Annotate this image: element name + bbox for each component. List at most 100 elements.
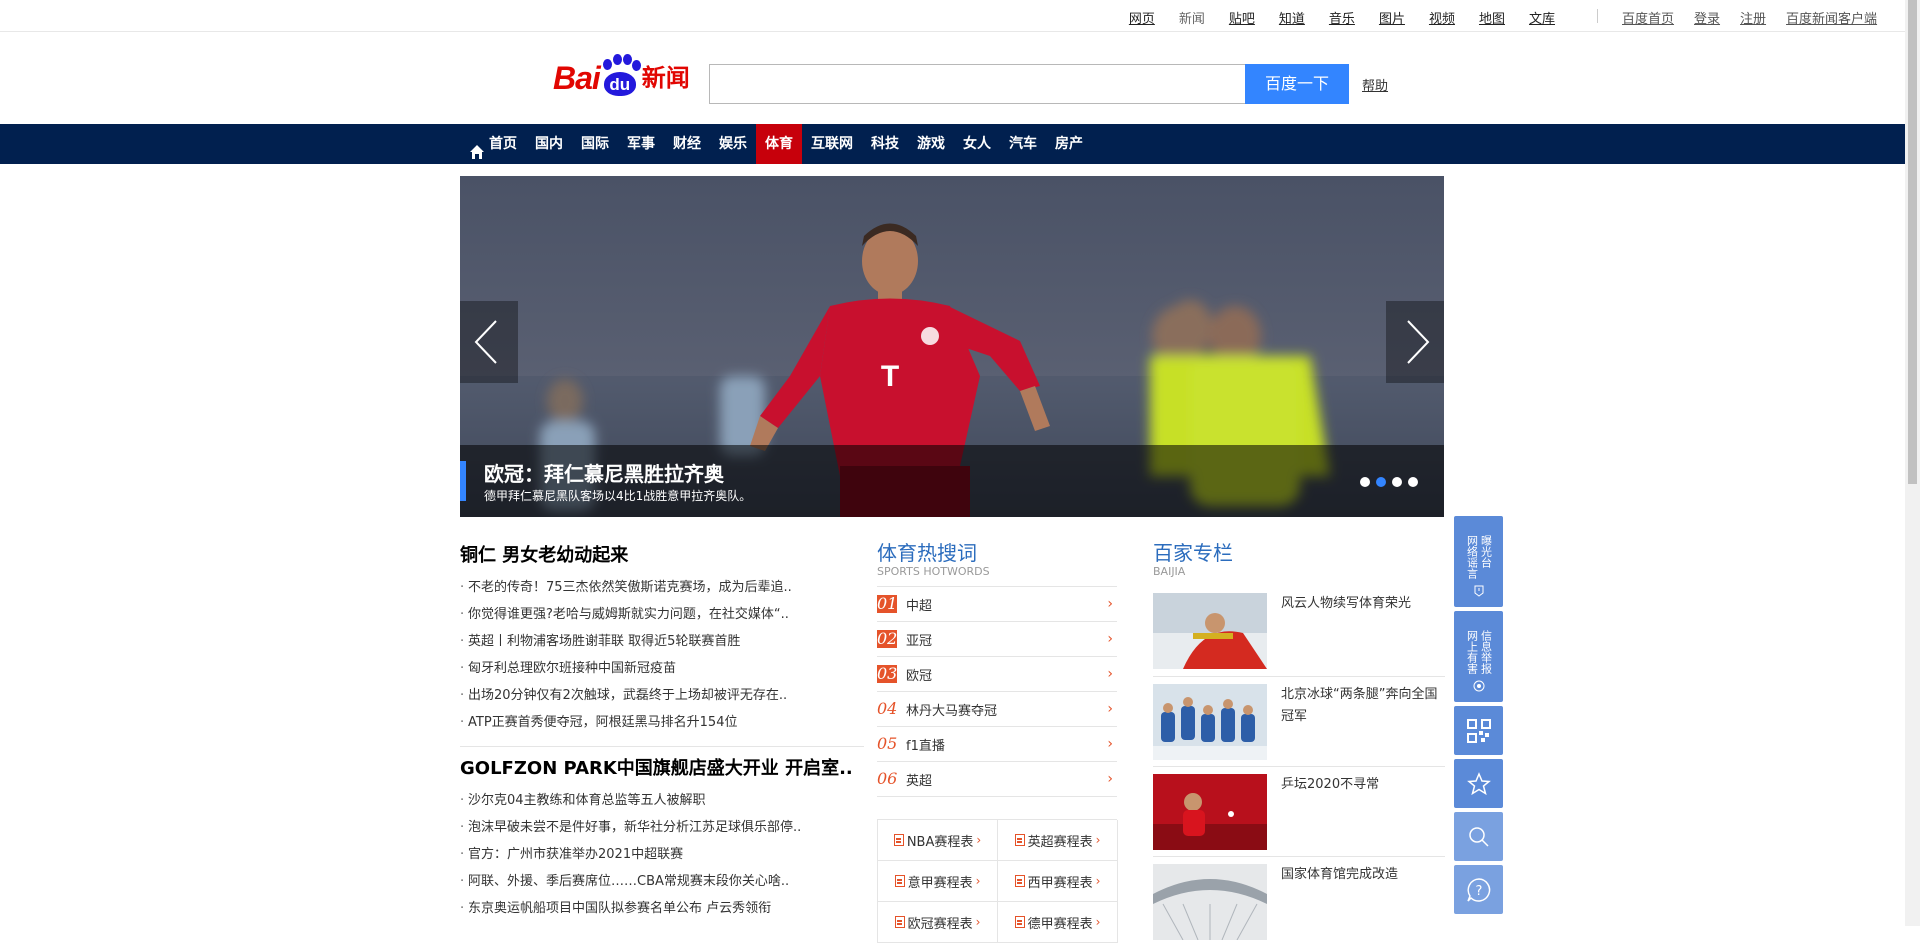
hotword-text[interactable]: f1直播 — [906, 735, 945, 754]
schedule-label: 意甲赛程表 — [907, 875, 973, 891]
baijia-title-link[interactable]: 风云人物续写体育荣光 — [1281, 593, 1411, 676]
news-item[interactable]: 官方：广州市获准举办2021中超联赛 — [460, 841, 864, 868]
scrollbar-thumb[interactable] — [1908, 0, 1917, 484]
top-link[interactable]: 网页 — [1129, 8, 1155, 27]
baijia-thumbnail[interactable] — [1153, 684, 1267, 760]
news-headline[interactable]: GOLFZON PARK中国旗舰店盛大开业 开启室.. — [460, 753, 864, 785]
nav-item[interactable]: 汽车 — [1000, 124, 1046, 164]
hotword-text[interactable]: 林丹大马赛夺冠 — [906, 700, 997, 719]
carousel-caption[interactable]: 欧冠：拜仁慕尼黑胜拉齐奥 德甲拜仁慕尼黑队客场以4比1战胜意甲拉齐奥队。 — [460, 445, 1444, 517]
hotword-item[interactable]: 03 欧冠 › — [877, 657, 1117, 692]
help-tool-button[interactable]: ? — [1454, 865, 1503, 914]
nav-item[interactable]: 女人 — [954, 124, 1000, 164]
carousel-next-button[interactable] — [1386, 301, 1444, 383]
hotword-item[interactable]: 02 亚冠 › — [877, 622, 1117, 657]
help-link[interactable]: 帮助 — [1362, 75, 1388, 94]
news-item[interactable]: 匈牙利总理欧尔班接种中国新冠疫苗 — [460, 655, 864, 682]
account-link[interactable]: 百度新闻客户端 — [1786, 8, 1877, 27]
hotword-text[interactable]: 欧冠 — [906, 665, 932, 684]
top-link[interactable]: 文库 — [1529, 8, 1555, 27]
nav-item[interactable]: 科技 — [862, 124, 908, 164]
news-item[interactable]: 阿联、外援、季后赛席位……CBA常规赛末段你关心啥.. — [460, 868, 864, 895]
schedule-link[interactable]: 英超赛程表 › — [998, 820, 1118, 861]
chevron-right-icon: › — [1107, 666, 1113, 682]
hotword-text[interactable]: 亚冠 — [906, 630, 932, 649]
nav-item-home[interactable]: 首页 — [460, 124, 526, 164]
nav-item[interactable]: 体育 — [756, 124, 802, 164]
page-scrollbar[interactable] — [1905, 0, 1920, 926]
account-link[interactable]: 注册 — [1740, 8, 1766, 27]
schedule-link[interactable]: 德甲赛程表 › — [998, 902, 1118, 943]
baijia-item[interactable]: 国家体育馆完成改造 — [1153, 856, 1445, 946]
carousel-dot[interactable] — [1392, 477, 1402, 487]
top-link[interactable]: 地图 — [1479, 8, 1505, 27]
baidu-news-logo[interactable]: Bai du 新闻 — [553, 50, 690, 98]
nav-item[interactable]: 国内 — [526, 124, 572, 164]
headline-carousel[interactable]: T 欧冠：拜仁慕尼黑胜拉齐奥 德甲拜仁慕尼黑队客场以4比1战胜意甲拉齐奥队。 — [460, 176, 1444, 517]
baijia-item[interactable]: 风云人物续写体育荣光 — [1153, 586, 1445, 676]
document-icon — [894, 875, 905, 887]
nav-item[interactable]: 娱乐 — [710, 124, 756, 164]
carousel-title[interactable]: 欧冠：拜仁慕尼黑胜拉齐奥 — [484, 458, 724, 487]
search-input[interactable] — [709, 64, 1245, 104]
search-button[interactable]: 百度一下 — [1245, 64, 1349, 104]
nav-item[interactable]: 国际 — [572, 124, 618, 164]
news-item[interactable]: 不老的传奇！75三杰依然笑傲斯诺克赛场，成为后辈追.. — [460, 574, 864, 601]
hotword-item[interactable]: 01 中超 › — [877, 587, 1117, 622]
chevron-right-icon: › — [1095, 833, 1101, 847]
news-item[interactable]: ATP正赛首秀便夺冠，阿根廷黑马排名升154位 — [460, 709, 864, 736]
news-item[interactable]: 泡沫早破未尝不是件好事，新华社分析江苏足球俱乐部停.. — [460, 814, 864, 841]
carousel-dot[interactable] — [1376, 477, 1386, 487]
schedule-label: NBA赛程表 — [906, 834, 974, 850]
account-link[interactable]: 登录 — [1694, 8, 1720, 27]
baijia-thumbnail[interactable] — [1153, 864, 1267, 940]
top-link[interactable]: 视频 — [1429, 8, 1455, 27]
chevron-right-icon: › — [1107, 596, 1113, 612]
schedule-link[interactable]: 西甲赛程表 › — [998, 861, 1118, 902]
rumor-label-2: 曝光台 — [1479, 534, 1493, 568]
nav-item[interactable]: 游戏 — [908, 124, 954, 164]
carousel-dot[interactable] — [1408, 477, 1418, 487]
nav-item[interactable]: 互联网 — [802, 124, 862, 164]
rumor-exposure-button[interactable]: 网络谣言 曝光台 — [1454, 516, 1503, 607]
schedule-grid: NBA赛程表 › 英超赛程表 › 意甲赛程表 › 西甲赛程表 › 欧冠赛程表 › 德甲赛程表 › — [877, 819, 1118, 943]
top-link[interactable]: 贴吧 — [1229, 8, 1255, 27]
news-item[interactable]: 沙尔克04主教练和体育总监等五人被解职 — [460, 787, 864, 814]
hotword-text[interactable]: 中超 — [906, 595, 932, 614]
news-headline[interactable]: 铜仁 男女老幼动起来 — [460, 540, 864, 572]
account-link[interactable]: 百度首页 — [1622, 8, 1674, 27]
baijia-item[interactable]: 乒坛2020不寻常 — [1153, 766, 1445, 856]
baijia-item[interactable]: 北京冰球“两条腿”奔向全国冠军 — [1153, 676, 1445, 766]
qrcode-button[interactable] — [1454, 706, 1503, 755]
hotword-item[interactable]: 04 林丹大马赛夺冠 › — [877, 692, 1117, 727]
harmful-info-report-button[interactable]: 网上有害 信息举报 — [1454, 611, 1503, 702]
nav-item[interactable]: 财经 — [664, 124, 710, 164]
top-link[interactable]: 图片 — [1379, 8, 1405, 27]
baijia-title-link[interactable]: 国家体育馆完成改造 — [1281, 864, 1398, 946]
schedule-link[interactable]: 意甲赛程表 › — [878, 861, 998, 902]
caption-accent-bar — [460, 461, 466, 501]
nav-item[interactable]: 军事 — [618, 124, 664, 164]
news-item[interactable]: 你觉得谁更强?老哈与威姆斯就实力问题，在社交媒体“.. — [460, 601, 864, 628]
carousel-dot[interactable] — [1360, 477, 1370, 487]
baijia-thumbnail[interactable] — [1153, 593, 1267, 669]
hotword-text[interactable]: 英超 — [906, 770, 932, 789]
search-tool-button[interactable] — [1454, 812, 1503, 861]
top-link[interactable]: 知道 — [1279, 8, 1305, 27]
product-links: 网页 新闻 贴吧 知道 音乐 图片 视频 地图 文库 — [1105, 8, 1555, 27]
news-item[interactable]: 出场20分钟仅有2次触球，武磊终于上场却被评无存在.. — [460, 682, 864, 709]
carousel-prev-button[interactable] — [460, 301, 518, 383]
top-link[interactable]: 新闻 — [1179, 8, 1205, 27]
hotword-item[interactable]: 05 f1直播 › — [877, 727, 1117, 762]
favorite-button[interactable] — [1454, 759, 1503, 808]
news-item[interactable]: 东京奥运帆船项目中国队拟参赛名单公布 卢云秀领衔 — [460, 895, 864, 922]
baijia-title-link[interactable]: 北京冰球“两条腿”奔向全国冠军 — [1281, 684, 1445, 766]
baijia-title-link[interactable]: 乒坛2020不寻常 — [1281, 774, 1379, 856]
schedule-link[interactable]: 欧冠赛程表 › — [878, 902, 998, 943]
top-link[interactable]: 音乐 — [1329, 8, 1355, 27]
hotword-item[interactable]: 06 英超 › — [877, 762, 1117, 797]
nav-item[interactable]: 房产 — [1046, 124, 1092, 164]
baijia-thumbnail[interactable] — [1153, 774, 1267, 850]
schedule-link[interactable]: NBA赛程表 › — [878, 820, 998, 861]
news-item[interactable]: 英超丨利物浦客场胜谢菲联 取得近5轮联赛首胜 — [460, 628, 864, 655]
